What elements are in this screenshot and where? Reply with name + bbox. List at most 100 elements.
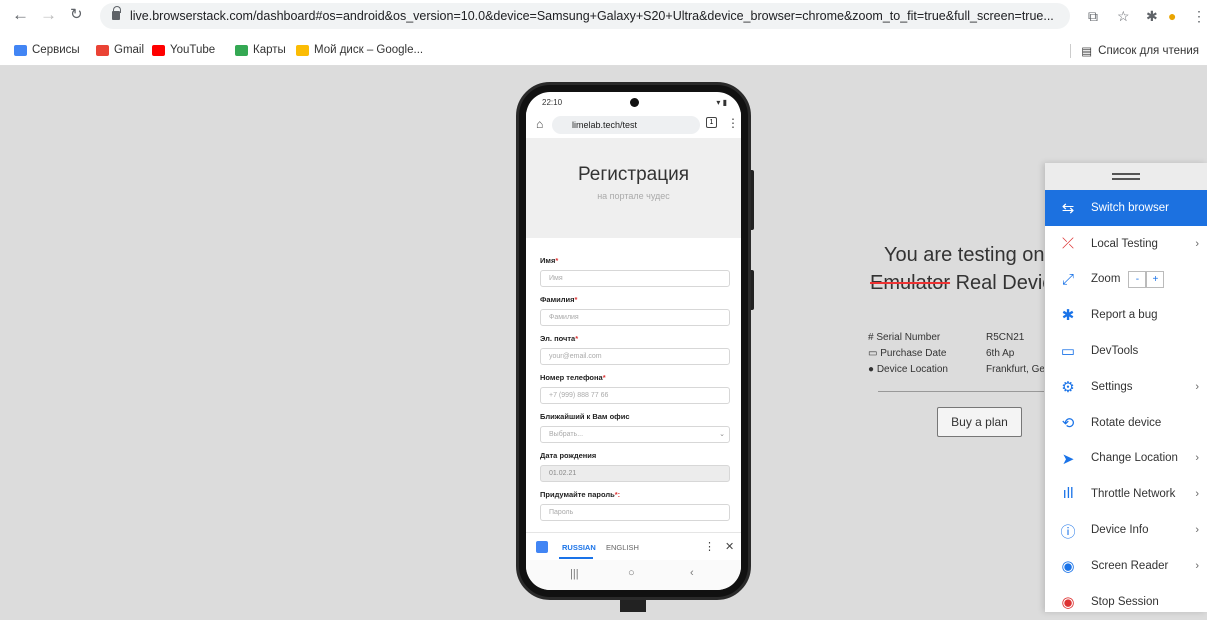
field-label: Фамилия* [540, 295, 578, 304]
lang-russian[interactable]: RUSSIAN [562, 543, 596, 552]
forward-icon[interactable]: → [40, 6, 57, 24]
panel-item-label: Switch browser [1091, 201, 1169, 214]
panel-item-switch-browser[interactable]: ⇆ Switch browser [1045, 190, 1207, 226]
status-time: 22:10 [542, 98, 563, 107]
field-input[interactable]: your@email.com [540, 348, 730, 365]
chevron-right-icon: › [1195, 488, 1199, 501]
zoom-in-button[interactable]: + [1146, 270, 1165, 288]
panel-item-change-location[interactable]: ➤ Change Location › [1045, 441, 1207, 477]
gear-icon: ⚙ [1061, 378, 1075, 396]
form-title: Регистрация [577, 164, 690, 185]
lock-icon [112, 6, 121, 20]
hash-icon: # [868, 332, 874, 343]
phone-cable [620, 598, 646, 612]
panel-item-label: Change Location [1091, 452, 1178, 465]
field-input[interactable]: 01.02.21 [540, 465, 730, 482]
field-input[interactable]: Имя [540, 270, 730, 287]
switch-icon: ⇆ [1061, 200, 1075, 217]
mobile-menu-icon[interactable]: ⋮ [727, 116, 739, 130]
buy-plan-button[interactable]: Buy a plan [937, 407, 1022, 437]
devtools-icon: ▭ [1060, 343, 1076, 361]
maps-icon [235, 44, 248, 56]
mobile-url-field[interactable]: limelab.tech/test [552, 116, 700, 134]
menu-icon[interactable]: ⋮ [1192, 8, 1206, 25]
reload-icon[interactable]: ↻ [70, 6, 83, 24]
back-nav-icon[interactable]: ‹ [690, 567, 694, 579]
field-input[interactable]: +7 (999) 888 77 66 [540, 387, 730, 404]
info-divider [878, 391, 1044, 392]
url-text: live.browserstack.com/dashboard#os=andro… [130, 9, 1054, 23]
home-icon[interactable]: ⌂ [536, 117, 543, 131]
phone-screen[interactable]: 22:10 ▾ ▮ ⌂ limelab.tech/test 1 ⋮ Регист… [526, 92, 741, 590]
bookmark-services[interactable]: Сервисы [14, 44, 80, 56]
mobile-address-bar: ⌂ limelab.tech/test 1 ⋮ [526, 112, 741, 138]
translate-bar: RUSSIAN ENGLISH ⋮ ✕ [526, 532, 741, 560]
bookmarks-bar: Сервисы Gmail YouTube Карты Мой диск – G… [0, 38, 1207, 66]
youtube-icon [152, 44, 165, 56]
back-icon[interactable]: ← [12, 6, 29, 24]
bookmark-gmail[interactable]: Gmail [96, 44, 144, 56]
phone-device: 22:10 ▾ ▮ ⌂ limelab.tech/test 1 ⋮ Регист… [516, 82, 751, 600]
panel-item-zoom[interactable]: ⤢ Zoom - + [1045, 262, 1207, 298]
info-icon: ⓘ [1060, 524, 1076, 542]
panel-item-label: Stop Session [1091, 595, 1159, 608]
url-bar[interactable]: live.browserstack.com/dashboard#os=andro… [100, 3, 1070, 29]
zoom-out-button[interactable]: - [1128, 270, 1147, 288]
emulator-strike: Emulator [870, 272, 951, 294]
field-input[interactable]: Пароль [540, 504, 730, 521]
bug-icon: ✱ [1061, 307, 1075, 325]
extensions-icon[interactable]: ✱ [1146, 8, 1158, 25]
drive-icon [296, 44, 309, 56]
device-location-row: ● Device Location Frankfurt, Ge [868, 364, 1044, 375]
translate-close-icon[interactable]: ✕ [725, 540, 734, 553]
translate-icon[interactable]: ⧉ [1088, 8, 1098, 25]
chevron-down-icon: ⌄ [719, 431, 725, 438]
panel-drag-handle[interactable] [1045, 163, 1207, 190]
panel-item-stop-session[interactable]: ◉ Stop Session [1045, 584, 1207, 620]
panel-item-screen-reader[interactable]: ◉ Screen Reader › [1045, 548, 1207, 584]
panel-item-label: Device Info [1091, 524, 1149, 537]
location-arrow-icon: ➤ [1061, 450, 1075, 468]
bookmark-drive[interactable]: Мой диск – Google... [296, 44, 423, 56]
reading-list-icon: ▤ [1081, 46, 1093, 58]
panel-item-label: Throttle Network [1091, 488, 1176, 501]
field-input[interactable]: Фамилия [540, 309, 730, 326]
chevron-right-icon: › [1195, 380, 1199, 393]
tabs-icon[interactable]: 1 [706, 117, 717, 128]
recents-icon[interactable]: ||| [570, 568, 579, 580]
android-nav-bar: ||| ○ ‹ [526, 560, 741, 590]
form-subtitle: на портале чудес [597, 191, 670, 201]
bookmark-youtube[interactable]: YouTube [152, 44, 215, 56]
registration-form: Имя* Имя Фамилия* Фамилия Эл. почта* your@ema… [540, 248, 730, 521]
purchase-date-row: ▭ Purchase Date 6th Ap [868, 348, 1015, 359]
toolbar-panel: ⇆ Switch browser ⤫ Local Testing › ⤢ Zoom - + ✱ Re… [1045, 163, 1207, 612]
field-label: Придумайте пароль*: [540, 490, 621, 499]
panel-item-settings[interactable]: ⚙ Settings › [1045, 369, 1207, 405]
panel-item-devtools[interactable]: ▭ DevTools [1045, 333, 1207, 369]
location-pin-icon: ● [868, 364, 875, 375]
panel-item-device-info[interactable]: ⓘ Device Info › [1045, 512, 1207, 548]
local-testing-icon: ⤫ [1061, 234, 1074, 252]
home-nav-icon[interactable]: ○ [628, 567, 635, 579]
panel-item-label: Local Testing [1091, 237, 1158, 250]
gmail-icon [96, 44, 109, 56]
reading-list[interactable]: ▤ Список для чтения [1070, 44, 1199, 58]
zoom-icon: ⤢ [1061, 270, 1074, 288]
lang-english[interactable]: ENGLISH [606, 543, 639, 552]
signal-icon: ıll [1062, 485, 1074, 503]
panel-item-throttle-network[interactable]: ıll Throttle Network › [1045, 476, 1207, 512]
mobile-url-text: limelab.tech/test [572, 120, 638, 130]
calendar-icon: ▭ [868, 348, 878, 359]
bookmark-maps[interactable]: Карты [235, 44, 286, 56]
stop-icon: ◉ [1061, 593, 1075, 611]
panel-item-report-bug[interactable]: ✱ Report a bug [1045, 297, 1207, 333]
star-icon[interactable]: ☆ [1117, 8, 1130, 25]
chevron-right-icon: › [1195, 524, 1199, 537]
translate-more-icon[interactable]: ⋮ [704, 540, 715, 553]
field-label: Эл. почта* [540, 334, 579, 343]
office-select[interactable]: Выбрать... ⌄ [540, 426, 730, 443]
profile-avatar[interactable]: ● [1168, 8, 1176, 24]
panel-item-rotate-device[interactable]: ⟲ Rotate device [1045, 405, 1207, 441]
panel-item-local-testing[interactable]: ⤫ Local Testing › [1045, 226, 1207, 262]
google-translate-icon [536, 541, 548, 553]
